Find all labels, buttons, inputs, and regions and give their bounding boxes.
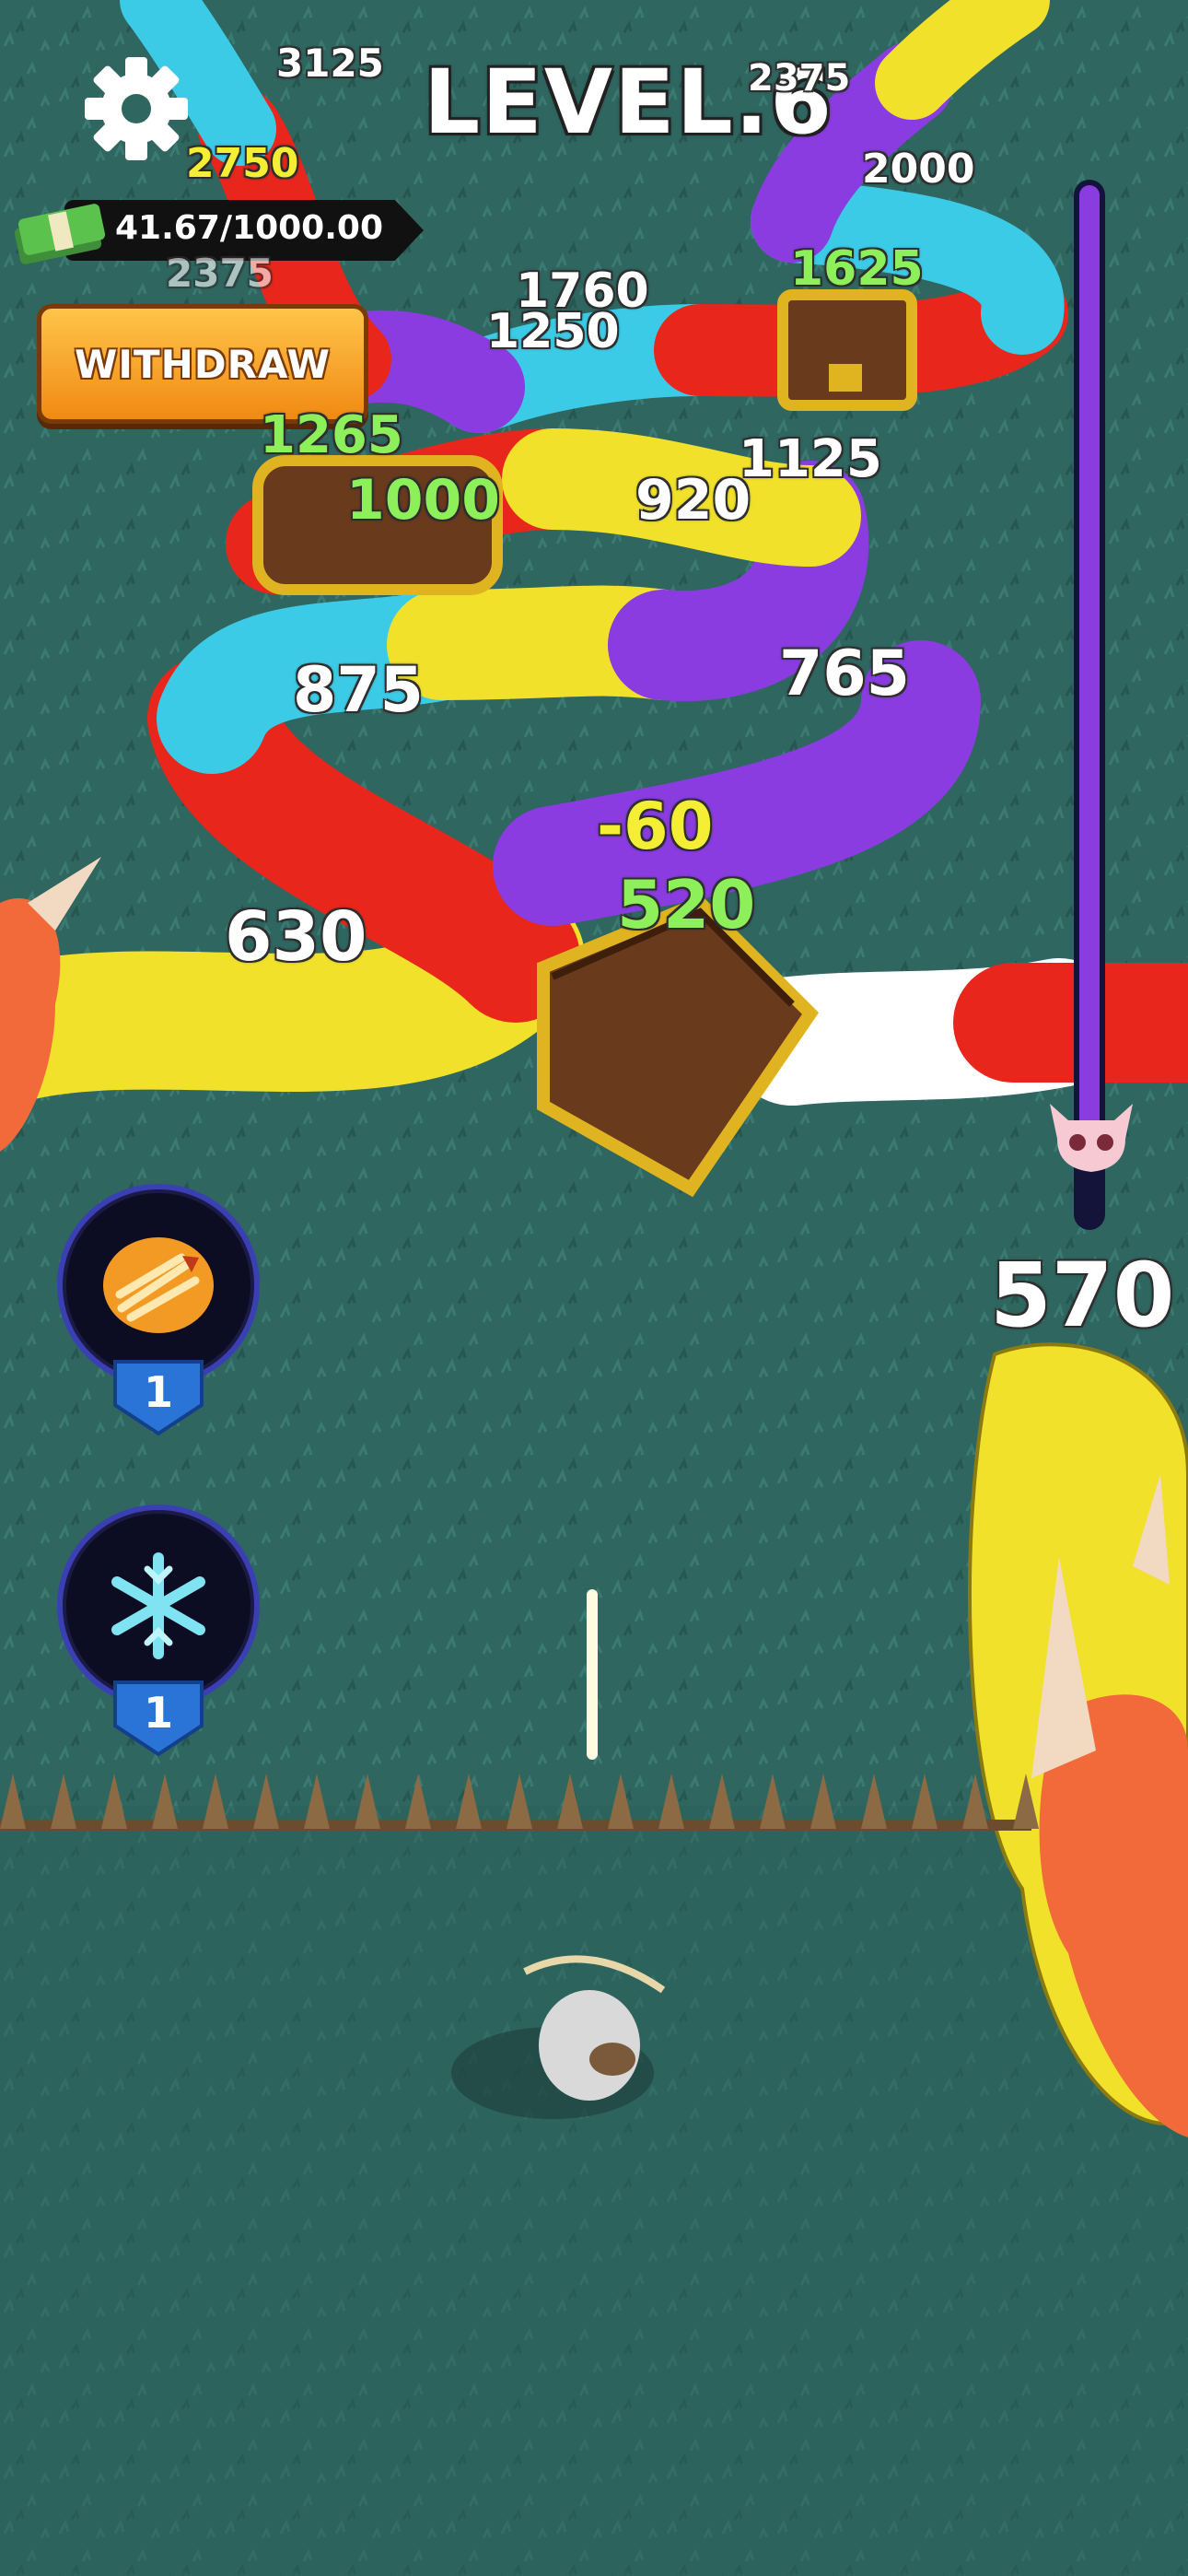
level-progress-fill	[1079, 185, 1100, 1153]
segment-value: 765	[779, 638, 910, 710]
snowflake-icon	[111, 1552, 205, 1659]
settings-button[interactable]	[81, 53, 192, 164]
gear-icon	[85, 57, 188, 160]
segment-value: 520	[617, 866, 756, 943]
segment-value: 1265	[260, 405, 403, 465]
segment-value: 3125	[276, 41, 384, 86]
segment-value: 2375	[748, 57, 851, 100]
segment-value: 920	[635, 468, 751, 533]
segment-value: 2375	[166, 251, 274, 296]
segment-value: 1625	[790, 241, 924, 297]
damage-value: -60	[597, 789, 714, 864]
skill-arrow-burst-button[interactable]: 1	[57, 1184, 260, 1436]
boss-skull-icon	[1050, 1104, 1133, 1172]
segment-value: 2000	[862, 146, 975, 193]
skill-freeze-button[interactable]: 1	[57, 1505, 260, 1757]
segment-value: 1125	[739, 429, 882, 489]
segment-value: 1250	[486, 304, 620, 359]
money-value: 41.67/1000.00	[115, 209, 383, 247]
cash-stack-icon	[14, 204, 106, 264]
treasure-chest	[777, 289, 917, 411]
segment-value: 1000	[346, 468, 500, 533]
skill-count: 1	[143, 1367, 173, 1417]
arrow-burst-icon	[103, 1237, 214, 1333]
boss-hp-value: 570	[990, 1244, 1175, 1347]
segment-value: 2750	[186, 140, 299, 187]
skill-count: 1	[143, 1688, 173, 1738]
arrow-projectile	[587, 1589, 598, 1760]
withdraw-label: WITHDRAW	[75, 341, 331, 387]
segment-value: 630	[225, 897, 367, 977]
level-progress-bar	[1074, 180, 1105, 1230]
segment-value: 875	[293, 654, 424, 727]
